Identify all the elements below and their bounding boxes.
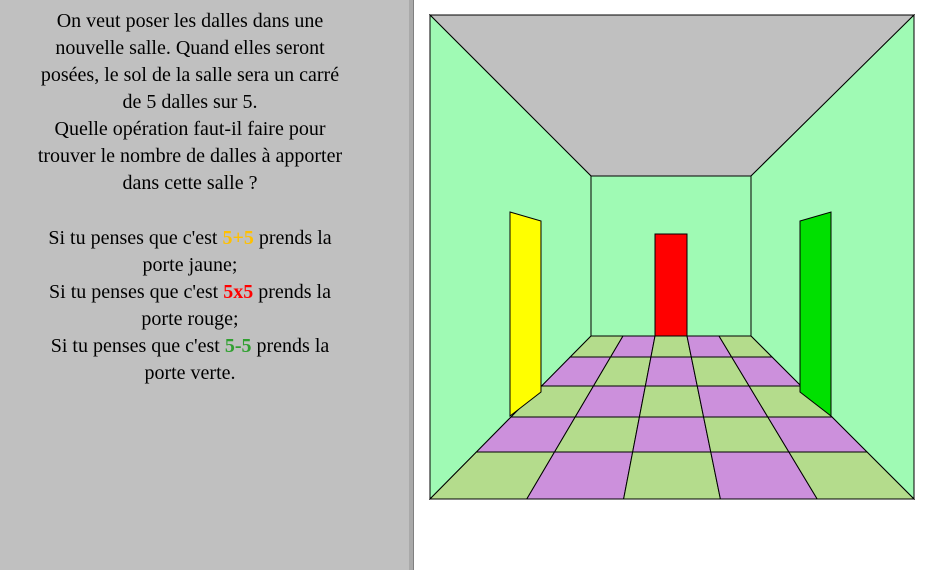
question-line: posées, le sol de la salle sera un carré: [40, 64, 340, 86]
choices-text: Si tu penses que c'est 5+5 prends la por…: [0, 225, 380, 387]
floor-tile: [650, 335, 692, 358]
question-line: nouvelle salle. Quand elles seront: [55, 37, 325, 59]
question-line: de 5 dalles sur 5.: [122, 91, 258, 113]
question-line: On veut poser les dalles dans une: [56, 10, 324, 32]
question-line: trouver le nombre de dalles à apporter: [37, 145, 343, 167]
floor-tile: [632, 416, 712, 453]
choice-suffix: prends la: [253, 227, 332, 249]
question-line: Quelle opération faut-il faire pour: [54, 118, 326, 140]
choice-door-label: porte jaune;: [142, 254, 238, 276]
panel-divider[interactable]: [409, 0, 414, 570]
floor-tile: [638, 385, 705, 418]
choice-prefix: Si tu penses que c'est: [50, 335, 225, 357]
choice-yellow: Si tu penses que c'est 5+5 prends la por…: [0, 225, 380, 279]
choice-prefix: Si tu penses que c'est: [48, 227, 223, 249]
red-door[interactable]: [654, 233, 688, 337]
question-text: On veut poser les dalles dans une nouvel…: [0, 8, 380, 197]
choice-prefix: Si tu penses que c'est: [49, 281, 224, 303]
question-panel: On veut poser les dalles dans une nouvel…: [0, 0, 409, 570]
choice-suffix: prends la: [251, 335, 330, 357]
yellow-door[interactable]: [509, 211, 542, 418]
choice-door-label: porte rouge;: [141, 308, 239, 330]
choice-door-label: porte verte.: [144, 362, 236, 384]
green-door[interactable]: [799, 211, 832, 418]
choice-operation-green: 5-5: [224, 335, 252, 357]
floor-tile: [644, 356, 698, 387]
choice-green: Si tu penses que c'est 5-5 prends la por…: [0, 333, 380, 387]
choice-suffix: prends la: [253, 281, 331, 303]
choice-operation-red: 5x5: [223, 281, 254, 303]
choice-operation-yellow: 5+5: [222, 227, 254, 249]
floor-tile: [622, 451, 722, 500]
question-line: dans cette salle ?: [122, 172, 258, 194]
choice-red: Si tu penses que c'est 5x5 prends la por…: [0, 279, 380, 333]
room-scene: [429, 14, 915, 500]
